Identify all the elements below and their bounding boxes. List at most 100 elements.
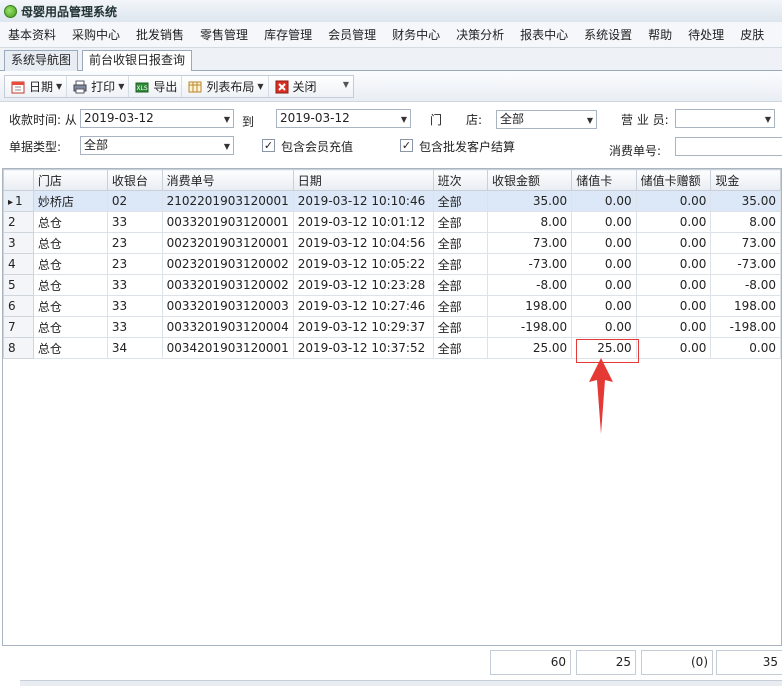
menu-basic-data[interactable]: 基本资料: [0, 26, 64, 43]
table-row[interactable]: 3 总仓 23 0023201903120001 2019-03-12 10:04:56…: [3, 232, 781, 254]
date-button[interactable]: 日期 ▼: [5, 76, 68, 97]
cell-till[interactable]: 34: [106, 337, 163, 359]
cell-amount[interactable]: 25.00: [487, 337, 573, 359]
cell-card-bonus[interactable]: 0.00: [635, 211, 712, 233]
row-number[interactable]: 2: [3, 211, 34, 233]
table-row[interactable]: 4 总仓 23 0023201903120002 2019-03-12 10:05:22…: [3, 253, 781, 275]
cell-stored-card[interactable]: 0.00: [571, 232, 637, 254]
row-number[interactable]: 4: [3, 253, 34, 275]
cell-store[interactable]: 总仓: [32, 253, 108, 275]
cell-stored-card[interactable]: 0.00: [571, 274, 637, 296]
cell-shift[interactable]: 全部: [432, 253, 489, 275]
store-select[interactable]: 全部 ▼: [496, 110, 597, 129]
include-member-checkbox[interactable]: ✓: [262, 139, 275, 152]
menu-purchase[interactable]: 采购中心: [64, 26, 128, 43]
cell-card-bonus[interactable]: 0.00: [635, 232, 712, 254]
cell-till[interactable]: 33: [106, 316, 163, 338]
table-row[interactable]: 2 总仓 33 0033201903120001 2019-03-12 10:01:12…: [3, 211, 781, 233]
cell-cash[interactable]: 0.00: [710, 337, 781, 359]
table-row[interactable]: 5 总仓 33 0033201903120002 2019-03-12 10:23:28…: [3, 274, 781, 296]
print-button[interactable]: 打印 ▼: [67, 76, 130, 97]
row-number[interactable]: ▸ 1: [3, 190, 34, 212]
menu-finance[interactable]: 财务中心: [384, 26, 448, 43]
cell-amount[interactable]: -73.00: [487, 253, 573, 275]
cell-card-bonus[interactable]: 0.00: [635, 337, 712, 359]
cell-shift[interactable]: 全部: [432, 274, 489, 296]
cell-card-bonus[interactable]: 0.00: [635, 274, 712, 296]
cell-amount[interactable]: 198.00: [487, 295, 573, 317]
cell-cash[interactable]: 35.00: [710, 190, 781, 212]
row-number[interactable]: 5: [3, 274, 34, 296]
table-row[interactable]: 7 总仓 33 0033201903120004 2019-03-12 10:29:37…: [3, 316, 781, 338]
menu-pending[interactable]: 待处理: [680, 26, 732, 43]
cell-date[interactable]: 2019-03-12 10:27:46: [292, 295, 434, 317]
column-header-amount[interactable]: 收银金额: [487, 169, 573, 191]
menu-help[interactable]: 帮助: [640, 26, 680, 43]
cell-consume-no[interactable]: 0033201903120004: [161, 316, 294, 338]
cell-till[interactable]: 33: [106, 295, 163, 317]
cell-card-bonus[interactable]: 0.00: [635, 253, 712, 275]
cell-cash[interactable]: 8.00: [710, 211, 781, 233]
column-header-till[interactable]: 收银台: [106, 169, 163, 191]
cell-cash[interactable]: -198.00: [710, 316, 781, 338]
cell-till[interactable]: 23: [106, 253, 163, 275]
menu-settings[interactable]: 系统设置: [576, 26, 640, 43]
menu-analysis[interactable]: 决策分析: [448, 26, 512, 43]
cell-card-bonus[interactable]: 0.00: [635, 190, 712, 212]
horizontal-scrollbar[interactable]: [20, 680, 782, 686]
cell-stored-card[interactable]: 0.00: [571, 190, 637, 212]
cell-amount[interactable]: -8.00: [487, 274, 573, 296]
column-header-shift[interactable]: 班次: [432, 169, 489, 191]
table-row[interactable]: 8 总仓 34 0034201903120001 2019-03-12 10:37:52…: [3, 337, 781, 359]
cell-stored-card[interactable]: 0.00: [571, 316, 637, 338]
cell-date[interactable]: 2019-03-12 10:29:37: [292, 316, 434, 338]
cell-store[interactable]: 总仓: [32, 337, 108, 359]
menu-member[interactable]: 会员管理: [320, 26, 384, 43]
layout-button[interactable]: 列表布局 ▼: [182, 76, 269, 97]
cell-store[interactable]: 妙桥店: [32, 190, 108, 212]
tab-daily-cashier-report[interactable]: 前台收银日报查询: [82, 50, 193, 72]
cell-till[interactable]: 33: [106, 274, 163, 296]
cell-stored-card[interactable]: 0.00: [571, 253, 637, 275]
menu-reports[interactable]: 报表中心: [512, 26, 576, 43]
cell-date[interactable]: 2019-03-12 10:05:22: [292, 253, 434, 275]
cell-shift[interactable]: 全部: [432, 232, 489, 254]
include-wholesale-checkbox[interactable]: ✓: [400, 139, 413, 152]
cell-consume-no[interactable]: 0023201903120001: [161, 232, 294, 254]
cell-cash[interactable]: 73.00: [710, 232, 781, 254]
cell-consume-no[interactable]: 0023201903120002: [161, 253, 294, 275]
cell-shift[interactable]: 全部: [432, 211, 489, 233]
cell-till[interactable]: 33: [106, 211, 163, 233]
cell-consume-no[interactable]: 0033201903120003: [161, 295, 294, 317]
date-from-picker[interactable]: 2019-03-12 ▼: [80, 109, 234, 128]
column-header-card-bonus[interactable]: 储值卡赠额: [635, 169, 712, 191]
cell-shift[interactable]: 全部: [432, 190, 489, 212]
column-header-store[interactable]: 门店: [32, 169, 108, 191]
cell-shift[interactable]: 全部: [432, 295, 489, 317]
cell-date[interactable]: 2019-03-12 10:10:46: [292, 190, 434, 212]
cell-consume-no[interactable]: 2102201903120001: [161, 190, 294, 212]
cell-card-bonus[interactable]: 0.00: [635, 295, 712, 317]
cell-till[interactable]: 23: [106, 232, 163, 254]
cell-cash[interactable]: -8.00: [710, 274, 781, 296]
clerk-select[interactable]: ▼: [675, 109, 775, 128]
cell-shift[interactable]: 全部: [432, 337, 489, 359]
toolbar-overflow-icon[interactable]: ▼: [339, 80, 353, 89]
cell-store[interactable]: 总仓: [32, 316, 108, 338]
cell-store[interactable]: 总仓: [32, 274, 108, 296]
row-number[interactable]: 8: [3, 337, 34, 359]
date-to-picker[interactable]: 2019-03-12 ▼: [276, 109, 411, 128]
column-header-consume-no[interactable]: 消费单号: [161, 169, 294, 191]
column-header-date[interactable]: 日期: [292, 169, 434, 191]
cell-stored-card[interactable]: 0.00: [571, 211, 637, 233]
consume-no-input[interactable]: [675, 137, 782, 156]
export-button[interactable]: XLS 导出: [129, 76, 183, 97]
table-row[interactable]: 6 总仓 33 0033201903120003 2019-03-12 10:27:46…: [3, 295, 781, 317]
cell-shift[interactable]: 全部: [432, 316, 489, 338]
cell-amount[interactable]: 8.00: [487, 211, 573, 233]
cell-amount[interactable]: 73.00: [487, 232, 573, 254]
cell-amount[interactable]: -198.00: [487, 316, 573, 338]
cell-date[interactable]: 2019-03-12 10:04:56: [292, 232, 434, 254]
cell-date[interactable]: 2019-03-12 10:01:12: [292, 211, 434, 233]
cell-card-bonus[interactable]: 0.00: [635, 316, 712, 338]
